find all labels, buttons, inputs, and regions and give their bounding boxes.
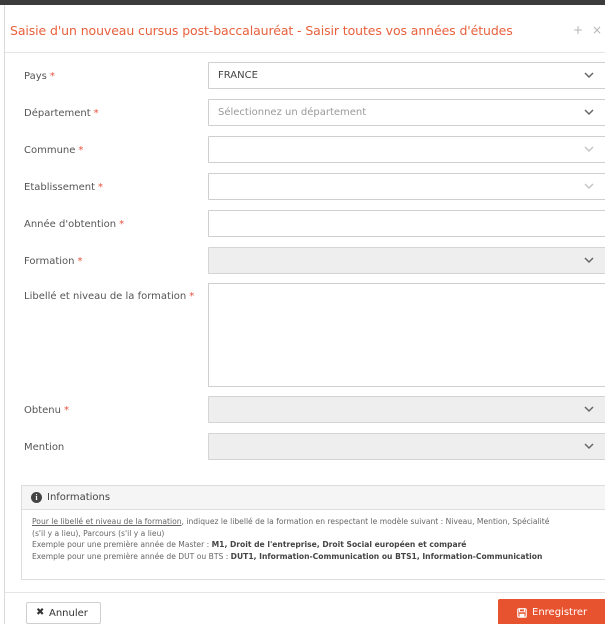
required-mark: * xyxy=(49,71,55,82)
obtenu-label: Obtenu * xyxy=(24,405,69,416)
modal-title: Saisie d'un nouveau cursus post-baccalau… xyxy=(10,23,513,38)
save-icon xyxy=(517,608,527,618)
informations-title: Informations xyxy=(47,492,111,503)
informations-panel: i Informations Pour le libellé et niveau… xyxy=(21,485,605,580)
required-mark: * xyxy=(63,405,69,416)
info-icon: i xyxy=(31,492,42,503)
info-line-2: (s'il y a lieu), Parcours (s'il y a lieu… xyxy=(32,528,165,538)
pays-label: Pays * xyxy=(24,71,55,82)
modal-header: Saisie d'un nouveau cursus post-baccalau… xyxy=(5,5,605,53)
departement-label: Département * xyxy=(24,108,99,119)
pays-value: FRANCE xyxy=(218,70,258,81)
departement-placeholder: Sélectionnez un département xyxy=(218,107,367,118)
info-line-1: Pour le libellé et niveau de la formatio… xyxy=(32,517,550,526)
etablissement-label: Etablissement * xyxy=(24,182,103,193)
pays-select[interactable]: FRANCE xyxy=(208,62,605,89)
required-mark: * xyxy=(98,182,103,193)
chevron-down-icon xyxy=(582,105,596,119)
obtenu-select[interactable] xyxy=(208,396,605,423)
chevron-down-icon xyxy=(582,179,596,193)
required-mark: * xyxy=(119,219,125,230)
libelle-textarea[interactable] xyxy=(208,283,605,387)
chevron-down-icon xyxy=(582,68,596,82)
required-mark: * xyxy=(78,145,84,156)
informations-header: i Informations xyxy=(22,486,605,510)
departement-select[interactable]: Sélectionnez un département xyxy=(208,99,605,126)
close-icon[interactable]: × xyxy=(592,23,602,37)
mention-select[interactable] xyxy=(208,433,605,460)
commune-select[interactable] xyxy=(208,136,605,163)
info-link: Pour le libellé et niveau de la formatio… xyxy=(32,517,182,526)
commune-label: Commune * xyxy=(24,145,84,156)
informations-body: Pour le libellé et niveau de la formatio… xyxy=(32,516,602,562)
cancel-label: Annuler xyxy=(49,608,88,619)
chevron-down-icon xyxy=(582,439,596,453)
mention-label: Mention xyxy=(24,442,65,453)
annee-label: Année d'obtention * xyxy=(24,219,125,230)
expand-icon[interactable]: + xyxy=(573,23,583,37)
chevron-down-icon xyxy=(582,142,596,156)
cancel-button[interactable]: ✖ Annuler xyxy=(26,602,101,624)
required-mark: * xyxy=(93,108,99,119)
chevron-down-icon xyxy=(582,402,596,416)
cursus-modal: Saisie d'un nouveau cursus post-baccalau… xyxy=(4,5,605,624)
libelle-label: Libellé et niveau de la formation * xyxy=(24,291,195,302)
save-button[interactable]: Enregistrer xyxy=(498,599,605,624)
required-mark: * xyxy=(77,256,83,267)
etablissement-select[interactable] xyxy=(208,173,605,200)
required-mark: * xyxy=(189,291,195,302)
footer-divider xyxy=(5,592,605,593)
annee-input[interactable] xyxy=(208,210,605,237)
formation-select[interactable] xyxy=(208,247,605,274)
info-line-3: Exemple pour une première année de Maste… xyxy=(32,540,467,549)
formation-label: Formation * xyxy=(24,256,83,267)
save-label: Enregistrer xyxy=(532,607,588,618)
info-line-4: Exemple pour une première année de DUT o… xyxy=(32,551,543,561)
close-icon: ✖ xyxy=(36,607,45,618)
chevron-down-icon xyxy=(582,253,596,267)
